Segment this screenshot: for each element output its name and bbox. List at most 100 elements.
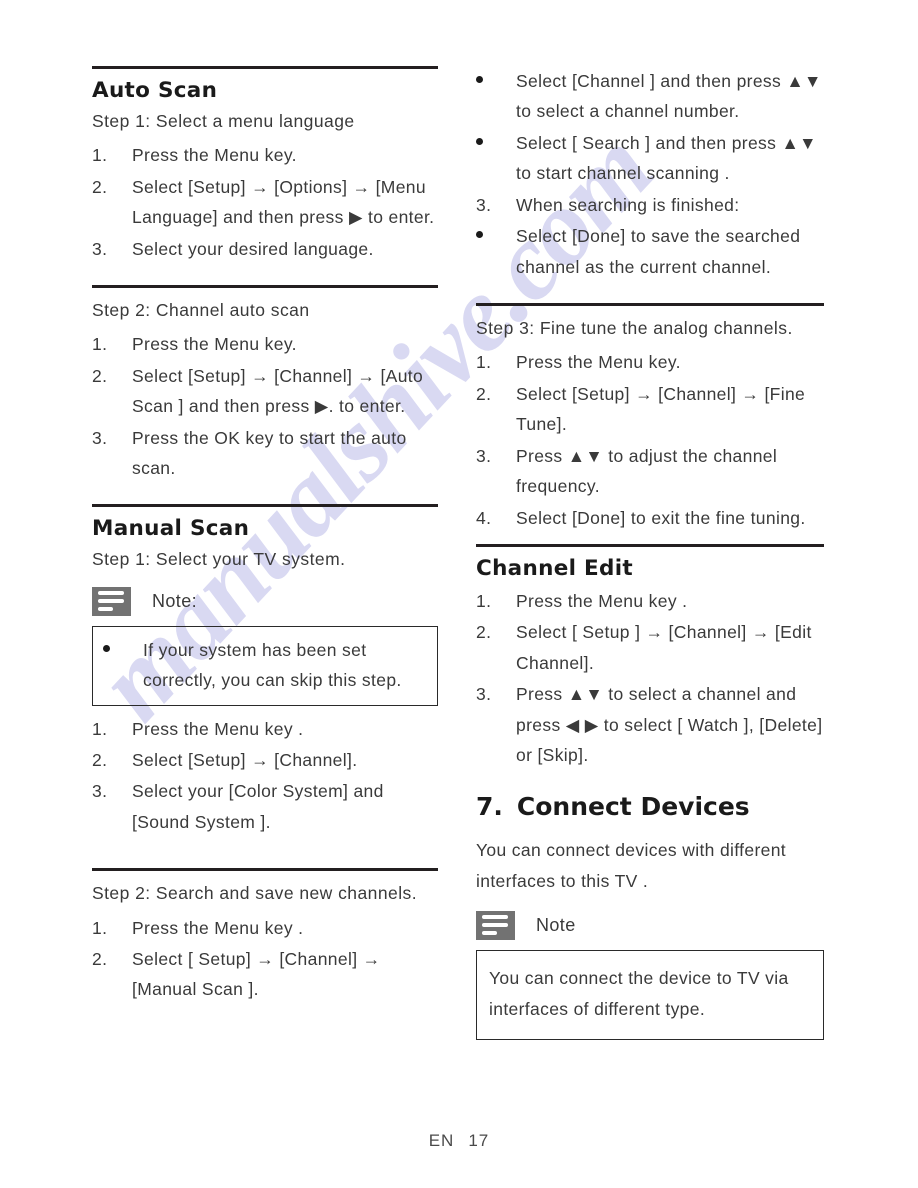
section-rule-manual-scan-step2 [92,868,438,872]
list-item: 2. Select [Setup] → [Channel] → [Fine Tu… [476,379,824,440]
page-footer: EN 17 [0,1131,918,1151]
bullet-dot-icon [476,231,483,239]
list-marker: 2. [92,365,108,386]
list-marker: 1. [476,352,492,373]
list-text: Select [ Search ] and then press ▲▼ to s… [516,132,817,184]
connect-devices-intro: You can connect devices with different i… [476,839,787,891]
note-icon-bar [98,591,124,596]
document-page: Auto Scan Step 1: Select a menu language… [0,0,918,1188]
auto-scan-step1-list: 1. Press the Menu key. 2. Select [Setup]… [92,140,438,264]
list-item: 1. Press the Menu key. [92,329,438,359]
list-marker: 3. [92,781,108,802]
heading-manual-scan: Manual Scan [92,516,250,542]
left-column: Auto Scan Step 1: Select a menu language… [92,66,438,1006]
section-rule-fine-tune [476,303,824,307]
right-column: Select [Channel ] and then press ▲▼ to s… [476,66,824,1048]
list-marker: 1. [92,334,108,355]
list-text: When searching is finished: [516,194,740,215]
section-rule-auto-scan [92,66,438,69]
list-text: Press the Menu key. [516,352,681,373]
note-box-manual-scan: If your system has been set correctly, y… [92,625,438,706]
list-marker: 3. [476,684,492,705]
manual-scan-continuation-bullets: Select [Channel ] and then press ▲▼ to s… [476,66,824,189]
list-marker: 1. [476,590,492,611]
note-icon-bar [98,599,124,604]
list-marker: 2. [92,750,108,770]
note-icon-bar [98,607,113,612]
note-label: Note: [152,590,198,611]
list-item: 3. When searching is finished: [476,190,824,220]
section-rule-auto-scan-step2 [92,285,438,288]
heading-number: 7. [476,791,503,821]
list-item: If your system has been set correctly, y… [103,635,427,696]
auto-scan-step1-heading: Step 1: Select a menu language [92,111,355,131]
manual-scan-step2-list: 1. Press the Menu key . 2. Select [ Setu… [92,913,438,1005]
list-item: 3. Press ▲▼ to adjust the channel freque… [476,441,824,502]
list-item: 2. Select [ Setup ] → [Channel] → [Edit … [476,617,824,678]
list-marker-bullet [476,66,510,96]
note-bullet-list: If your system has been set correctly, y… [103,635,427,696]
list-text: Select [Setup] → [Channel]. [132,750,358,770]
note-icon-bar [482,931,497,936]
list-item: 2. Select [Setup] → [Channel]. [92,745,438,775]
list-text: Select [Done] to exit the fine tuning. [516,507,806,528]
fine-tune-list: 1. Press the Menu key. 2. Select [Setup]… [476,347,824,533]
list-text: Press ▲▼ to adjust the channel frequency… [516,445,778,497]
list-item: 2. Select [Setup] → [Options] → [Menu La… [92,172,438,233]
list-marker: 3. [92,427,108,448]
list-text: Select [Setup] → [Channel] → [Fine Tune]… [516,383,806,435]
note-icon-bar [482,915,508,920]
list-marker: 2. [92,949,108,969]
list-item: 1. Press the Menu key . [476,586,824,616]
heading-connect-devices: 7. Connect Devices [476,792,824,821]
section-rule-manual-scan [92,504,438,508]
list-item: 1. Press the Menu key . [92,913,438,943]
list-item: 3. Press the OK key to start the auto sc… [92,423,438,484]
list-text: Press the Menu key . [132,718,304,739]
list-item: Select [ Search ] and then press ▲▼ to s… [476,128,824,189]
list-text: Press the OK key to start the auto scan. [132,427,407,478]
list-marker-bullet [103,635,137,665]
bullet-dot-icon [476,137,483,145]
list-marker: 2. [476,622,492,643]
list-item: 2. Select [Setup] → [Channel] → [Auto Sc… [92,361,438,422]
list-text: Select [Setup] → [Channel] → [Auto Scan … [132,365,424,417]
list-marker: 1. [92,145,108,166]
list-text: Select your [Color System] and [Sound Sy… [132,781,384,832]
note-text: You can connect the device to TV via int… [489,967,789,1020]
manual-scan-step1-heading: Step 1: Select your TV system. [92,549,346,570]
list-marker: 1. [92,718,108,739]
list-item: Select [Done] to save the searched chann… [476,221,824,282]
heading-auto-scan: Auto Scan [92,78,218,103]
bullet-dot-icon [476,76,483,84]
list-item: Select [Channel ] and then press ▲▼ to s… [476,66,824,127]
list-text: Select [Setup] → [Options] → [Menu Langu… [132,176,435,228]
note-icon [92,586,131,616]
list-text: Press the Menu key . [516,590,688,611]
note-label: Note [536,914,576,935]
list-item: 1. Press the Menu key. [92,140,438,170]
auto-scan-step2-heading: Step 2: Channel auto scan [92,300,310,320]
footer-language-code: EN [428,1131,455,1150]
list-marker-bullet [476,221,510,251]
bullet-dot-icon [103,644,110,652]
note-header-connect-devices: Note [476,910,824,940]
list-text: Press the Menu key. [132,145,297,166]
section-rule-channel-edit [476,543,824,547]
list-text: Press the Menu key. [132,334,297,355]
fine-tune-heading: Step 3: Fine tune the analog channels. [476,318,793,339]
list-item: 3. Select your desired language. [92,234,438,264]
auto-scan-step2-list: 1. Press the Menu key. 2. Select [Setup]… [92,329,438,483]
note-icon-bar [482,923,508,928]
footer-page-number: 17 [468,1131,490,1150]
list-text: Select [Channel ] and then press ▲▼ to s… [516,71,822,122]
list-marker: 3. [476,445,492,466]
list-item: 3. Select your [Color System] and [Sound… [92,776,438,837]
list-text: Select [ Setup ] → [Channel] → [Edit Cha… [516,622,812,673]
list-item: 1. Press the Menu key. [476,347,824,377]
heading-channel-edit: Channel Edit [476,555,633,581]
note-icon [476,910,515,940]
manual-scan-step2-heading: Step 2: Search and save new channels. [92,883,418,904]
list-marker: 4. [476,507,492,528]
manual-scan-continuation-bullets-after: Select [Done] to save the searched chann… [476,221,824,282]
